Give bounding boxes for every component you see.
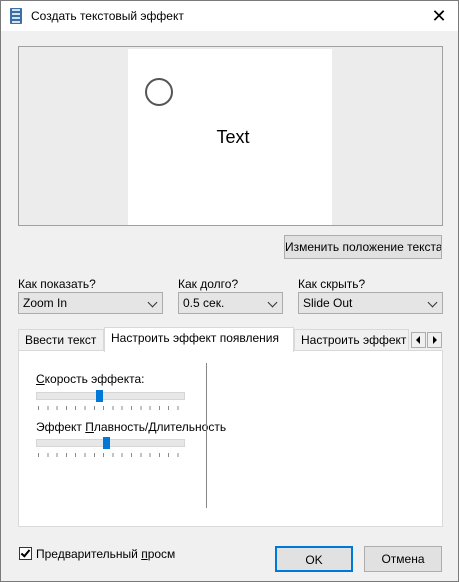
circle-marker-icon[interactable] bbox=[145, 78, 173, 106]
cancel-button[interactable]: Отмена bbox=[364, 546, 442, 572]
speed-label: Скорость эффекта: bbox=[36, 372, 145, 386]
preview-checkbox[interactable] bbox=[19, 547, 32, 560]
ok-button[interactable]: OK bbox=[275, 546, 353, 572]
speed-slider[interactable] bbox=[36, 390, 185, 402]
smoothness-label: Эффект Плавность/Длительность bbox=[36, 420, 227, 434]
smoothness-slider-thumb[interactable] bbox=[103, 437, 110, 449]
speed-slider-thumb[interactable] bbox=[96, 390, 103, 402]
film-icon bbox=[10, 8, 22, 24]
title-bar: Создать текстовый эффект ✕ bbox=[1, 1, 458, 31]
chevron-down-icon bbox=[267, 297, 278, 308]
speed-slider-ticks bbox=[38, 406, 184, 410]
tab-scroll-left-button[interactable] bbox=[411, 332, 426, 348]
panel-divider bbox=[206, 363, 207, 508]
duration-value: 0.5 сек. bbox=[183, 296, 225, 310]
change-text-position-button[interactable]: Изменить положение текста bbox=[284, 235, 442, 259]
close-button[interactable]: ✕ bbox=[428, 5, 450, 27]
hide-effect-value: Slide Out bbox=[303, 296, 353, 310]
show-effect-select[interactable]: Zoom In bbox=[18, 292, 163, 314]
tab-scroll-right-button[interactable] bbox=[427, 332, 442, 348]
smoothness-slider-ticks bbox=[38, 453, 184, 457]
window-title: Создать текстовый эффект bbox=[31, 9, 184, 23]
arrow-right-icon bbox=[433, 336, 437, 344]
preview-checkbox-label[interactable]: Предварительный просм bbox=[36, 547, 175, 561]
preview-area: Text bbox=[18, 46, 443, 226]
show-label: Как показать? bbox=[18, 277, 96, 291]
tab-appear-effect[interactable]: Настроить эффект появления bbox=[104, 327, 294, 352]
arrow-left-icon bbox=[416, 336, 420, 344]
duration-label: Как долго? bbox=[178, 277, 239, 291]
hide-label: Как скрыть? bbox=[298, 277, 366, 291]
smoothness-slider[interactable] bbox=[36, 437, 185, 449]
preview-text: Text bbox=[216, 127, 250, 147]
tab-effect[interactable]: Настроить эффект bbox=[294, 329, 409, 351]
tab-enter-text[interactable]: Ввести текст bbox=[18, 329, 104, 351]
show-effect-value: Zoom In bbox=[23, 296, 68, 310]
checkmark-icon bbox=[20, 547, 31, 558]
preview-canvas: Text bbox=[128, 49, 332, 225]
chevron-down-icon bbox=[147, 297, 158, 308]
duration-select[interactable]: 0.5 сек. bbox=[178, 292, 283, 314]
dialog-window: Создать текстовый эффект ✕ Text Изменить… bbox=[0, 0, 459, 582]
hide-effect-select[interactable]: Slide Out bbox=[298, 292, 443, 314]
chevron-down-icon bbox=[427, 297, 438, 308]
